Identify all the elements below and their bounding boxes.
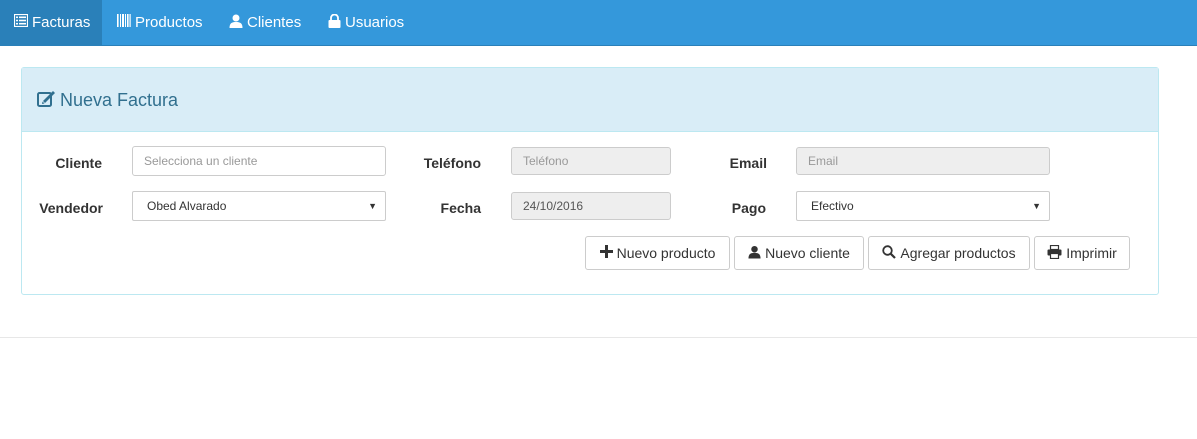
imprimir-button[interactable]: Imprimir bbox=[1034, 236, 1130, 270]
fecha-input[interactable]: 24/10/2016 bbox=[511, 192, 671, 220]
nav-item-clientes[interactable]: Clientes bbox=[229, 0, 301, 45]
nuevo-cliente-button[interactable]: Nuevo cliente bbox=[734, 236, 864, 270]
barcode-icon bbox=[117, 14, 135, 31]
nav-label-productos: Productos bbox=[135, 14, 203, 31]
nav-item-facturas[interactable]: Facturas bbox=[0, 0, 102, 45]
user-icon bbox=[229, 14, 247, 32]
nav-item-productos[interactable]: Productos bbox=[117, 0, 203, 45]
cliente-input[interactable] bbox=[132, 146, 386, 176]
panel-heading: Nueva Factura bbox=[22, 68, 1158, 132]
nuevo-cliente-label: Nuevo cliente bbox=[765, 245, 850, 261]
footer-divider bbox=[0, 337, 1197, 338]
vendedor-select[interactable]: Obed Alvarado ▼ bbox=[132, 191, 386, 221]
vendedor-label: Vendedor bbox=[39, 200, 103, 216]
chevron-down-icon: ▼ bbox=[1032, 201, 1041, 211]
pago-select[interactable]: Efectivo ▼ bbox=[796, 191, 1050, 221]
nav-label-usuarios: Usuarios bbox=[345, 14, 405, 31]
nuevo-producto-label: Nuevo producto bbox=[616, 245, 716, 261]
email-input[interactable] bbox=[796, 147, 1050, 175]
cliente-label: Cliente bbox=[55, 155, 102, 171]
agregar-productos-button[interactable]: Agregar productos bbox=[868, 236, 1030, 270]
fecha-label: Fecha bbox=[440, 200, 481, 216]
chevron-down-icon: ▼ bbox=[368, 201, 377, 211]
list-icon bbox=[13, 13, 32, 31]
lock-icon bbox=[328, 13, 345, 32]
nav-label-facturas: Facturas bbox=[32, 14, 91, 31]
vendedor-value: Obed Alvarado bbox=[147, 199, 227, 213]
imprimir-label: Imprimir bbox=[1066, 245, 1117, 261]
print-icon bbox=[1047, 244, 1066, 262]
telefono-input[interactable] bbox=[511, 147, 671, 175]
user-icon bbox=[748, 245, 765, 262]
top-navbar: Facturas Productos Clientes Usuarios bbox=[0, 0, 1197, 46]
pago-value: Efectivo bbox=[811, 199, 854, 213]
email-label: Email bbox=[729, 155, 767, 171]
nav-label-clientes: Clientes bbox=[247, 14, 302, 31]
nav-item-usuarios[interactable]: Usuarios bbox=[328, 0, 404, 45]
edit-icon bbox=[37, 90, 56, 113]
nuevo-producto-button[interactable]: Nuevo producto bbox=[585, 236, 730, 270]
panel-title: Nueva Factura bbox=[60, 90, 179, 110]
search-icon bbox=[882, 244, 900, 262]
plus-icon bbox=[599, 245, 617, 261]
agregar-productos-label: Agregar productos bbox=[900, 245, 1016, 261]
fecha-value: 24/10/2016 bbox=[523, 199, 584, 213]
telefono-label: Teléfono bbox=[423, 155, 481, 171]
pago-label: Pago bbox=[731, 200, 766, 216]
